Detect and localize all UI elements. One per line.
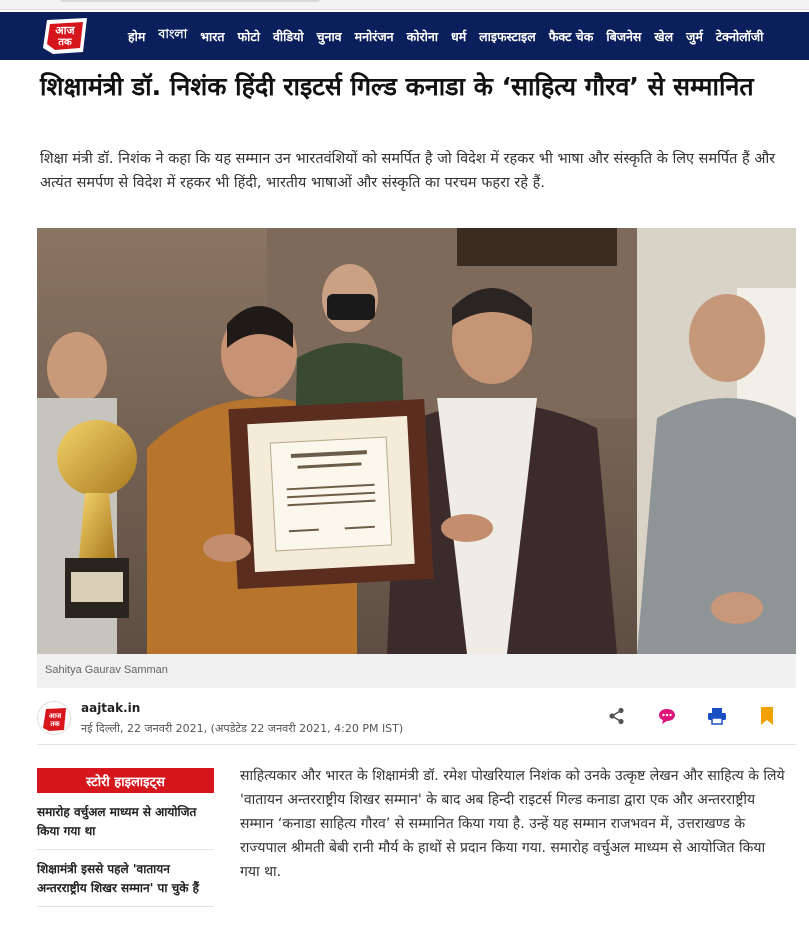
nav-item-manoranjan[interactable]: मनोरंजन [355,28,394,45]
nav-item-fact-check[interactable]: फैक्ट चेक [549,28,594,45]
nav-item-bangla[interactable]: বাংলা [158,26,187,46]
comment-icon[interactable] [656,705,678,727]
nav-item-lifestyle[interactable]: लाइफस्टाइल [479,28,536,45]
nav-item-bharat[interactable]: भारत [200,28,224,45]
nav-item-jurm[interactable]: जुर्म [686,28,703,45]
svg-text:आज: आज [49,712,62,720]
nav-menu: होम বাংলা भारत फोटो वीडियो चुनाव मनोरंजन… [128,12,776,60]
nav-item-business[interactable]: बिजनेस [606,28,641,45]
article-source[interactable]: aajtak.in [81,701,140,715]
svg-text:तक: तक [49,720,60,728]
nav-item-photo[interactable]: फोटो [238,28,260,45]
nav-item-khel[interactable]: खेल [654,28,673,45]
source-logo[interactable]: आज तक [37,701,71,735]
svg-text:आज: आज [55,24,75,37]
article-summary: शिक्षा मंत्री डॉ. निशंक ने कहा कि यह सम्… [40,151,776,191]
main-navbar: आज तक होम বাংলা भारत फोटो वीडियो चुनाव म… [0,12,809,60]
nav-item-chunav[interactable]: चुनाव [317,28,342,45]
photo-caption-bar: Sahitya Gaurav Samman [37,654,796,688]
article-byline: आज तक aajtak.in नई दिल्ली, 22 जनवरी 2021… [37,699,796,745]
article-dateline: नई दिल्ली, 22 जनवरी 2021, (अपडेटेड 22 जन… [81,722,404,735]
nav-item-dharm[interactable]: धर्म [451,28,466,45]
article-photo[interactable] [37,228,796,654]
photo-caption: Sahitya Gaurav Samman [45,664,168,676]
article-headline: शिक्षामंत्री डॉ. निशंक हिंदी राइटर्स गिल… [40,72,754,101]
article-body: साहित्यकार और भारत के शिक्षामंत्री डॉ. र… [240,768,785,880]
nav-item-corona[interactable]: कोरोना [407,28,438,45]
print-icon[interactable] [706,705,728,727]
highlights-title: स्टोरी हाइलाइट्स [37,768,214,793]
nav-item-home[interactable]: होम [128,28,145,45]
highlight-item: शिक्षामंत्री इससे पहले 'वातायन अन्तरराष्… [37,850,214,907]
bookmark-icon[interactable] [756,705,778,727]
aajtak-logo[interactable]: आज तक [37,14,93,58]
nav-item-video[interactable]: वीडियो [273,28,304,45]
nav-item-technology[interactable]: टेक्नोलॉजी [716,28,764,45]
svg-text:तक: तक [57,37,73,48]
highlight-item: समारोह वर्चुअल माध्यम से आयोजित किया गया… [37,793,214,850]
top-strip-text [60,0,320,2]
story-highlights: स्टोरी हाइलाइट्स समारोह वर्चुअल माध्यम स… [37,768,214,907]
browser-top-strip [0,0,809,10]
share-icon[interactable] [606,705,628,727]
article-actions [606,705,778,727]
